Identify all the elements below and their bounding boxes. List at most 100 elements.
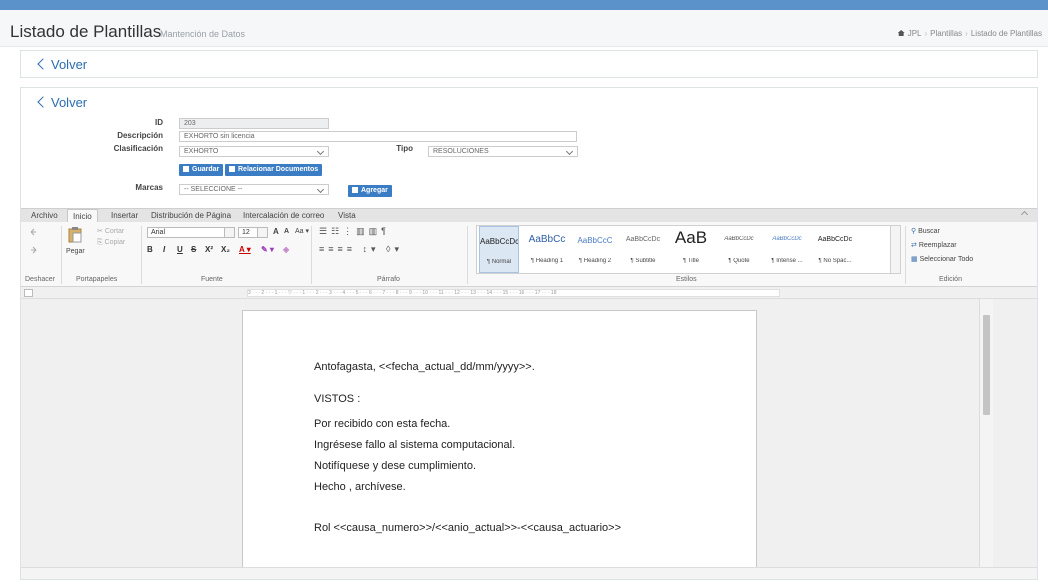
relacionar-label: Relacionar Documentos xyxy=(238,166,319,173)
select-icon: ▦ xyxy=(911,256,918,263)
upload-icon xyxy=(183,166,189,172)
breadcrumb-item: Listado de Plantillas xyxy=(970,29,1042,38)
tab-intercalacion[interactable]: Intercalación de correo xyxy=(243,211,324,220)
paste-label[interactable]: Pegar xyxy=(66,248,85,255)
align-buttons[interactable]: ≡≡≡≡ ↕▾ ◊▾ xyxy=(319,244,403,255)
group-label-fuente: Fuente xyxy=(201,276,223,283)
strikethrough-icon[interactable]: S xyxy=(191,245,196,254)
group-separator xyxy=(467,226,468,284)
back-link-top[interactable]: Volver xyxy=(37,57,88,72)
italic-icon[interactable]: I xyxy=(163,245,165,254)
ribbon-tab-bar: Archivo Inicio Insertar Distribución de … xyxy=(21,208,1037,223)
marcas-select[interactable]: -- SELECCIONE -- xyxy=(179,184,329,195)
document-icon xyxy=(229,166,235,172)
page-title: Listado de Plantillas xyxy=(10,22,162,41)
list-buttons[interactable]: ☰☷⋮▥▥¶ xyxy=(319,226,390,237)
tab-selector-icon[interactable] xyxy=(24,289,33,297)
back-panel: Volver xyxy=(20,50,1038,78)
cut-button[interactable]: ✂ Cortar xyxy=(97,227,124,235)
template-editor-panel: Volver ID 203 Descripción EXHORTO sin li… xyxy=(20,87,1038,580)
document-canvas[interactable]: Antofagasta, <<fecha_actual_dd/mm/yyyy>>… xyxy=(21,299,1037,567)
styles-gallery: AaBbCcDc ¶ Normal AaBbCc ¶ Heading 1 AaBbC… xyxy=(476,225,901,274)
font-size-select[interactable]: 12 xyxy=(238,227,268,238)
group-label-parrafo: Párrafo xyxy=(377,276,400,283)
group-label-estilos: Estilos xyxy=(676,276,697,283)
replace-label: Reemplazar xyxy=(918,242,957,249)
select-all-label: Seleccionar Todo xyxy=(919,256,974,263)
document-line[interactable]: Ingrésese fallo al sistema computacional… xyxy=(314,439,515,451)
document-line[interactable]: Antofagasta, <<fecha_actual_dd/mm/yyyy>>… xyxy=(314,361,535,373)
back-label: Volver xyxy=(51,57,88,72)
clear-format-icon[interactable]: ◈ xyxy=(283,245,289,254)
style-quote[interactable]: AaBbCcDc ¶ Quote xyxy=(719,226,759,273)
select-all-button[interactable]: ▦ Seleccionar Todo xyxy=(911,255,973,263)
ribbon: Deshacer Pegar ✂ Cortar ⎘ Copiar Portapa… xyxy=(21,222,1037,287)
style-title[interactable]: AaB ¶ Title xyxy=(671,226,711,273)
tab-vista[interactable]: Vista xyxy=(338,211,356,220)
vertical-scrollbar[interactable] xyxy=(979,299,993,567)
document-line[interactable]: Notifíquese y dese cumplimiento. xyxy=(314,460,476,472)
breadcrumb-separator: › xyxy=(965,29,968,38)
redo-icon[interactable] xyxy=(29,246,38,255)
highlight-icon[interactable]: ✎ ▾ xyxy=(261,245,274,254)
underline-icon[interactable]: U xyxy=(177,245,183,254)
clasificacion-select[interactable]: EXHORTO xyxy=(179,146,329,157)
tab-archivo[interactable]: Archivo xyxy=(31,211,58,220)
document-line[interactable]: Hecho , archívese. xyxy=(314,481,406,493)
style-heading-2[interactable]: AaBbCcC ¶ Heading 2 xyxy=(575,226,615,273)
add-icon xyxy=(352,187,358,193)
status-bar xyxy=(21,567,1037,579)
scrollbar-thumb[interactable] xyxy=(983,315,990,415)
agregar-button[interactable]: Agregar xyxy=(348,185,392,197)
group-separator xyxy=(141,226,142,284)
superscript-icon[interactable]: X² xyxy=(205,245,213,254)
tipo-select[interactable]: RESOLUCIONES xyxy=(428,146,578,157)
tab-insertar[interactable]: Insertar xyxy=(111,211,138,220)
home-icon[interactable] xyxy=(897,30,905,36)
style-normal[interactable]: AaBbCcDc ¶ Normal xyxy=(479,226,519,273)
page-subtitle: Mantención de Datos xyxy=(160,29,246,39)
subscript-icon[interactable]: X₂ xyxy=(221,245,230,254)
clasificacion-label: Clasificación xyxy=(113,144,163,153)
guardar-button[interactable]: Guardar xyxy=(179,164,224,176)
group-label-edicion: Edición xyxy=(939,276,962,283)
bold-icon[interactable]: B xyxy=(147,245,153,254)
style-heading-1[interactable]: AaBbCc ¶ Heading 1 xyxy=(527,226,567,273)
top-accent-bar xyxy=(0,0,1048,10)
style-no-spacing[interactable]: AaBbCcDc ¶ No Spac... xyxy=(815,226,855,273)
collapse-ribbon-icon[interactable] xyxy=(1020,210,1029,219)
font-name-select[interactable]: Arial xyxy=(147,227,235,238)
breadcrumb-item[interactable]: Plantillas xyxy=(930,29,962,38)
chevron-left-icon xyxy=(37,58,49,70)
font-color-icon[interactable]: A ▾ xyxy=(239,245,251,254)
horizontal-ruler[interactable]: 3 · · · 2 · · · 1 · · · ▽ · · · 1 · · · … xyxy=(247,289,780,297)
chevron-left-icon xyxy=(37,96,49,108)
change-case-icon[interactable]: Aa ▾ xyxy=(295,227,309,235)
paste-icon[interactable] xyxy=(68,227,82,243)
document-line[interactable]: VISTOS : xyxy=(314,393,360,405)
style-intense-quote[interactable]: AaBbCcDc ¶ Intense ... xyxy=(767,226,807,273)
marcas-label: Marcas xyxy=(135,183,163,192)
breadcrumb-item[interactable]: JPL xyxy=(908,29,922,38)
document-line[interactable]: Por recibido con esta fecha. xyxy=(314,418,450,430)
back-link[interactable]: Volver xyxy=(37,95,88,110)
tab-inicio[interactable]: Inicio xyxy=(67,209,98,223)
tipo-label: Tipo xyxy=(396,144,413,153)
document-page[interactable]: Antofagasta, <<fecha_actual_dd/mm/yyyy>>… xyxy=(242,310,757,567)
relacionar-documentos-button[interactable]: Relacionar Documentos xyxy=(225,164,323,176)
shrink-font-icon[interactable]: A xyxy=(284,228,289,235)
document-line[interactable]: Rol <<causa_numero>>/<<anio_actual>>-<<c… xyxy=(314,522,621,534)
style-subtitle[interactable]: AaBbCcDc ¶ Subtitle xyxy=(623,226,663,273)
descripcion-input[interactable]: EXHORTO sin licencia xyxy=(179,131,577,142)
undo-icon[interactable] xyxy=(29,228,38,237)
breadcrumb-separator: › xyxy=(924,29,928,38)
agregar-label: Agregar xyxy=(361,187,388,194)
copy-button[interactable]: ⎘ Copiar xyxy=(97,239,125,247)
grow-font-icon[interactable]: A xyxy=(273,227,279,236)
tab-distribucion[interactable]: Distribución de Página xyxy=(151,211,231,220)
find-button[interactable]: ⚲ Buscar xyxy=(911,227,940,235)
replace-button[interactable]: ⇄ Reemplazar xyxy=(911,241,957,249)
styles-scroll-buttons[interactable] xyxy=(890,226,900,273)
back-label: Volver xyxy=(51,95,88,110)
group-label-portapapeles: Portapapeles xyxy=(76,276,118,283)
